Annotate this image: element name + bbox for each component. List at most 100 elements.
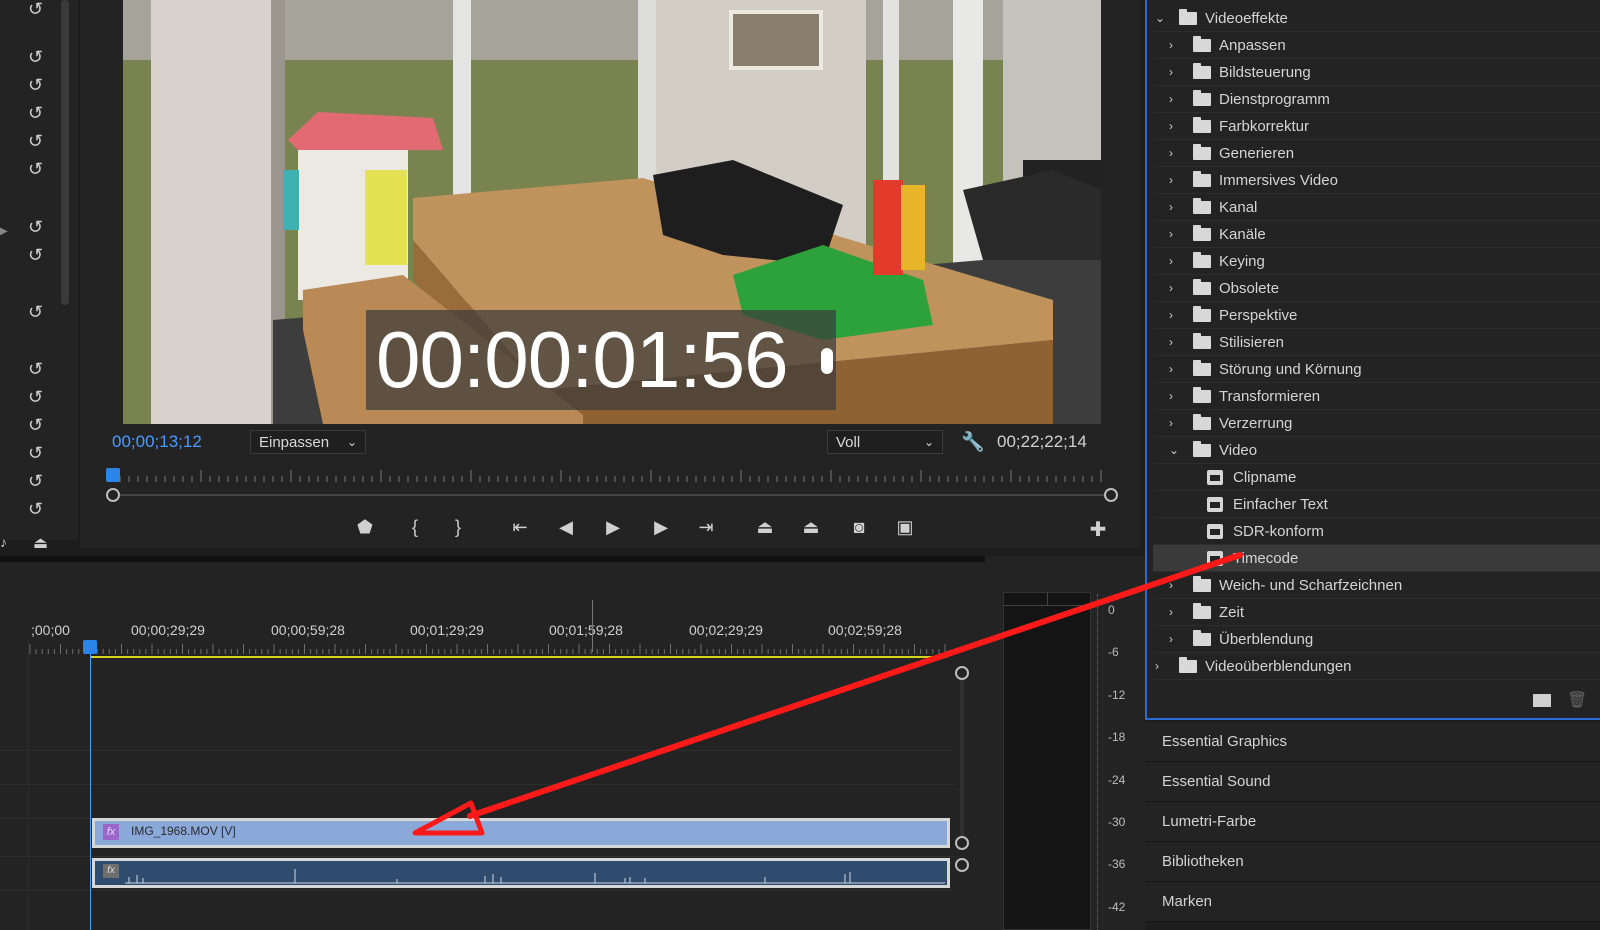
undo-icon[interactable]: ↺ <box>28 388 50 406</box>
effects-root-videoeffekte[interactable]: ⌄ Videoeffekte <box>1153 5 1600 32</box>
timeline-ruler[interactable] <box>28 644 948 654</box>
effects-folder[interactable]: › Dienstprogramm <box>1153 86 1600 113</box>
chevron-right-icon[interactable]: › <box>1169 329 1173 356</box>
panel-essential-graphics[interactable]: Essential Graphics <box>1145 722 1600 762</box>
zoom-handle-left[interactable] <box>106 488 120 502</box>
chevron-right-icon[interactable]: › <box>1169 221 1173 248</box>
vertical-scrollbar[interactable] <box>960 680 964 840</box>
undo-icon[interactable]: ↺ <box>28 416 50 434</box>
zoom-handle-right[interactable] <box>1104 488 1118 502</box>
monitor-playhead[interactable] <box>106 468 120 482</box>
chevron-right-icon[interactable]: › <box>1169 248 1173 275</box>
effects-folder[interactable]: › Bildsteuerung <box>1153 59 1600 86</box>
trash-icon[interactable]: 🗑 <box>1567 690 1587 710</box>
compare-view-icon[interactable]: ▣ <box>892 517 918 538</box>
work-area-bar[interactable] <box>91 656 947 658</box>
wrench-icon[interactable]: 🔧 <box>961 430 985 454</box>
effects-folder[interactable]: › Keying <box>1153 248 1600 275</box>
effects-folder[interactable]: › Stilisieren <box>1153 329 1600 356</box>
chevron-right-icon[interactable]: › <box>1169 113 1173 140</box>
scroll-handle[interactable] <box>955 836 969 850</box>
chevron-down-icon[interactable]: ⌄ <box>1155 5 1165 32</box>
current-time-display[interactable]: 00;00;13;12 <box>112 432 202 452</box>
effects-root-videoueberblendungen[interactable]: › Videoüberblendungen <box>1153 653 1600 680</box>
chevron-right-icon[interactable]: › <box>1169 356 1173 383</box>
undo-icon[interactable]: ↺ <box>28 246 50 264</box>
fit-dropdown[interactable]: Einpassen ⌄ <box>250 430 366 454</box>
undo-icon[interactable]: ↺ <box>28 472 50 490</box>
extract-icon[interactable]: ⏏ <box>798 517 824 538</box>
effects-preset-item[interactable]: SDR-konform <box>1153 518 1600 545</box>
effects-folder[interactable]: › Transformieren <box>1153 383 1600 410</box>
monitor-zoom-bar[interactable] <box>112 494 1109 496</box>
effects-folder-video[interactable]: ⌄ Video <box>1153 437 1600 464</box>
undo-icon[interactable]: ↺ <box>28 218 50 236</box>
lift-icon[interactable]: ⏏ <box>752 517 778 538</box>
chevron-right-icon[interactable]: › <box>1169 626 1173 653</box>
effects-preset-item[interactable]: Timecode <box>1153 545 1600 572</box>
undo-icon[interactable]: ↺ <box>28 444 50 462</box>
panel-bibliotheken[interactable]: Bibliotheken <box>1145 842 1600 882</box>
step-forward-icon[interactable]: ▶ <box>648 517 674 538</box>
timeline-playhead[interactable] <box>83 640 97 654</box>
undo-icon[interactable]: ↺ <box>28 0 50 18</box>
effects-folder[interactable]: › Anpassen <box>1153 32 1600 59</box>
chevron-right-icon[interactable]: › <box>1155 653 1159 680</box>
chevron-right-icon[interactable]: › <box>1169 410 1173 437</box>
effects-folder[interactable]: › Weich- und Scharfzeichnen <box>1153 572 1600 599</box>
camera-icon[interactable]: ◙ <box>846 517 872 538</box>
panel-essential-sound[interactable]: Essential Sound <box>1145 762 1600 802</box>
effects-folder[interactable]: › Farbkorrektur <box>1153 113 1600 140</box>
panel-marken[interactable]: Marken <box>1145 882 1600 922</box>
history-scrollbar[interactable] <box>61 0 69 305</box>
effects-folder[interactable]: › Zeit <box>1153 599 1600 626</box>
effects-folder[interactable]: › Störung und Körnung <box>1153 356 1600 383</box>
effects-folder[interactable]: › Generieren <box>1153 140 1600 167</box>
chevron-right-icon[interactable]: › <box>1169 86 1173 113</box>
effects-folder[interactable]: › Überblendung <box>1153 626 1600 653</box>
mark-out-icon[interactable]: } <box>445 517 471 538</box>
scroll-handle[interactable] <box>955 666 969 680</box>
effects-folder[interactable]: › Kanäle <box>1153 221 1600 248</box>
video-clip[interactable]: fx IMG_1968.MOV [V] <box>92 818 950 848</box>
undo-icon[interactable]: ↺ <box>28 160 50 178</box>
undo-icon[interactable]: ↺ <box>28 76 50 94</box>
undo-icon[interactable]: ↺ <box>28 104 50 122</box>
monitor-ruler[interactable] <box>108 470 1108 482</box>
go-to-in-icon[interactable]: ⇤ <box>507 517 533 538</box>
chevron-right-icon[interactable]: › <box>1169 383 1173 410</box>
history-collapse-icon[interactable]: ▶ <box>0 226 8 237</box>
undo-icon[interactable]: ↺ <box>28 132 50 150</box>
add-marker-icon[interactable]: ⬟ <box>352 517 378 538</box>
undo-icon[interactable]: ↺ <box>28 360 50 378</box>
chevron-right-icon[interactable]: › <box>1169 59 1173 86</box>
quality-dropdown[interactable]: Voll ⌄ <box>827 430 943 454</box>
step-back-icon[interactable]: ◀ <box>553 517 579 538</box>
undo-icon[interactable]: ↺ <box>28 500 50 518</box>
chevron-right-icon[interactable]: › <box>1169 194 1173 221</box>
chevron-right-icon[interactable]: › <box>1169 140 1173 167</box>
effects-folder[interactable]: › Kanal <box>1153 194 1600 221</box>
add-button-icon[interactable]: ✚ <box>1085 517 1111 542</box>
effects-folder[interactable]: › Perspektive <box>1153 302 1600 329</box>
chevron-right-icon[interactable]: › <box>1169 572 1173 599</box>
panel-lumetri-farbe[interactable]: Lumetri-Farbe <box>1145 802 1600 842</box>
play-icon[interactable]: ▶ <box>600 517 626 538</box>
chevron-right-icon[interactable]: › <box>1169 302 1173 329</box>
export-icon[interactable]: ⏏ <box>33 533 48 553</box>
scroll-handle[interactable] <box>955 858 969 872</box>
effects-preset-item[interactable]: Einfacher Text <box>1153 491 1600 518</box>
audio-clip[interactable]: fx <box>92 858 950 888</box>
effects-preset-item[interactable]: Clipname <box>1153 464 1600 491</box>
undo-icon[interactable]: ↺ <box>28 303 50 321</box>
chevron-right-icon[interactable]: › <box>1169 167 1173 194</box>
effects-folder[interactable]: › Verzerrung <box>1153 410 1600 437</box>
chevron-down-icon[interactable]: ⌄ <box>1169 437 1179 464</box>
effects-folder[interactable]: › Immersives Video <box>1153 167 1600 194</box>
undo-icon[interactable]: ↺ <box>28 48 50 66</box>
effects-folder[interactable]: › Obsolete <box>1153 275 1600 302</box>
chevron-right-icon[interactable]: › <box>1169 275 1173 302</box>
go-to-out-icon[interactable]: ⇥ <box>693 517 719 538</box>
mark-in-icon[interactable]: { <box>402 517 428 538</box>
chevron-right-icon[interactable]: › <box>1169 599 1173 626</box>
